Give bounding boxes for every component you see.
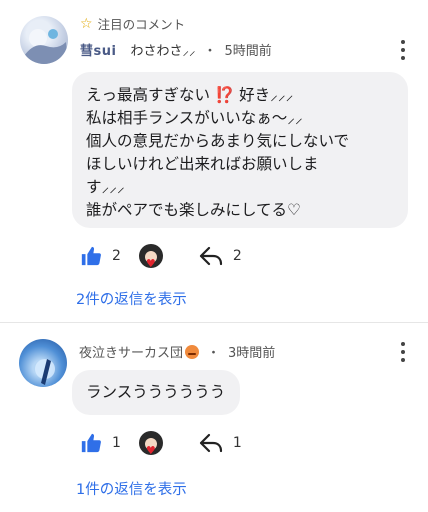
comment-meta: 彗sui わさわさ⸝⸝ ・ 5時間前 (80, 40, 272, 59)
meta-separator: ・ (203, 44, 217, 59)
thumbs-up-icon[interactable] (80, 245, 102, 267)
star-outline-icon: ☆ (80, 15, 93, 32)
angry-face-icon (185, 344, 200, 359)
comment-line: 私は相手ランスがいいなぁ〜⸝⸝ (86, 109, 303, 127)
author-name[interactable]: 夜泣きサーカス団 (79, 342, 183, 361)
comment-line: す⸝⸝⸝ (86, 178, 125, 196)
avatar[interactable] (20, 16, 68, 64)
comment-line: えっ最高すぎない ⁉️ 好き⸝⸝⸝ (86, 86, 294, 104)
creator-heart: ♥ (129, 431, 163, 457)
comment-line: ほしいけれど出来ればお願いしま (86, 155, 319, 173)
avatar-image (35, 359, 55, 385)
meta-separator: ・ (207, 346, 221, 361)
exclamation-question-icon: ⁉️ (214, 86, 235, 104)
thumbs-up-icon[interactable] (80, 432, 102, 454)
more-vertical-icon[interactable] (400, 342, 406, 362)
comment-line: 個人の意見だからあまり気にしないで (86, 132, 350, 150)
comment-bubble: えっ最高すぎない ⁉️ 好き⸝⸝⸝ 私は相手ランスがいいなぁ〜⸝⸝ 個人の意見だ… (72, 72, 408, 228)
avatar-image (20, 29, 68, 64)
comment-line: ランスうううううう (86, 383, 226, 401)
creator-heart: ♥ (129, 244, 163, 270)
pinned-label: ☆ 注目のコメント (80, 14, 185, 33)
like-count: 1 (112, 435, 121, 451)
comment-card: ☆ 注目のコメント 彗sui わさわさ⸝⸝ ・ 5時間前 えっ最高すぎない ⁉️… (0, 0, 428, 322)
like-count: 2 (112, 248, 121, 264)
heart-icon: ♥ (145, 444, 156, 457)
reply-count: 2 (232, 248, 242, 264)
heart-icon: ♥ (145, 257, 156, 270)
comment-line: 誰がペアでも楽しみにしてる♡ (86, 201, 301, 219)
comment-actions: 2 ♥ 2 (80, 244, 242, 270)
view-replies-link[interactable]: 1件の返信を表示 (76, 478, 187, 499)
reply-arrow-icon[interactable] (199, 432, 223, 454)
view-replies-link[interactable]: 2件の返信を表示 (76, 288, 187, 309)
pinned-text: 注目のコメント (97, 17, 186, 32)
comment-actions: 1 ♥ 1 (80, 431, 242, 457)
avatar[interactable] (19, 339, 67, 387)
timestamp: 5時間前 (224, 44, 272, 59)
comment-card: 夜泣きサーカス団 ・ 3時間前 ランスうううううう 1 ♥ 1 1件の返信を表示 (0, 323, 428, 512)
timestamp: 3時間前 (228, 346, 276, 361)
reply-count: 1 (232, 435, 242, 451)
comment-bubble: ランスうううううう (72, 370, 240, 415)
reply-arrow-icon[interactable] (199, 245, 223, 267)
author-suffix: わさわさ⸝⸝ (130, 44, 196, 59)
author-name[interactable]: 彗sui (80, 40, 116, 59)
more-vertical-icon[interactable] (400, 40, 406, 60)
comment-meta: 夜泣きサーカス団 ・ 3時間前 (79, 342, 275, 361)
